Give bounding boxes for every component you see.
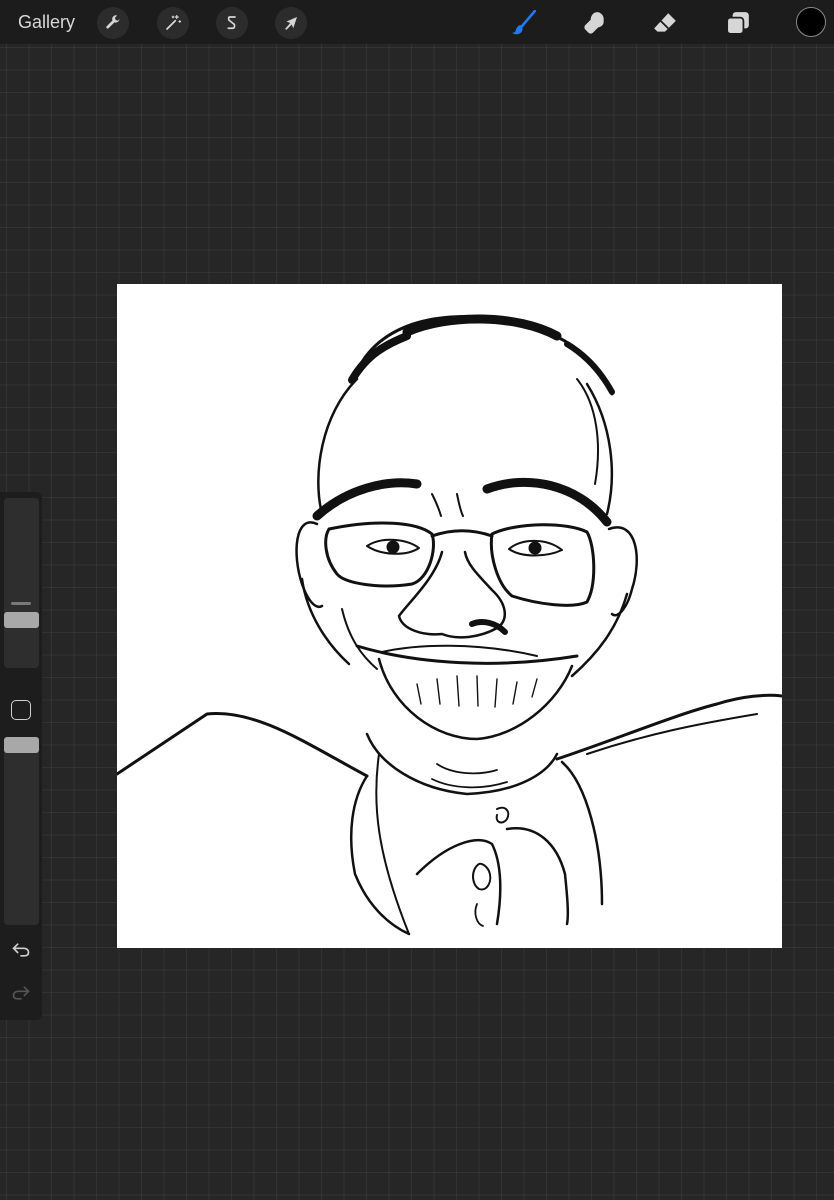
selection-s-icon bbox=[227, 16, 236, 30]
layers-button[interactable] bbox=[721, 6, 755, 40]
color-picker-swatch[interactable] bbox=[796, 7, 826, 37]
brush-tool-button[interactable] bbox=[507, 6, 541, 40]
modify-button[interactable] bbox=[11, 700, 31, 720]
left-sidebar bbox=[0, 492, 42, 1020]
smudge-tool-button[interactable] bbox=[578, 6, 612, 40]
eraser-icon bbox=[654, 13, 676, 32]
brush-size-thumb[interactable] bbox=[4, 611, 39, 628]
opacity-thumb[interactable] bbox=[4, 736, 39, 753]
redo-arrow-icon bbox=[12, 986, 30, 1000]
top-toolbar: Gallery bbox=[0, 0, 834, 44]
undo-arrow-icon bbox=[12, 943, 30, 957]
caricature-artwork bbox=[117, 314, 782, 936]
gallery-button[interactable]: Gallery bbox=[18, 10, 75, 34]
drawing-canvas[interactable] bbox=[117, 284, 782, 948]
brush-size-slider[interactable] bbox=[4, 498, 39, 668]
eraser-tool-button[interactable] bbox=[648, 6, 682, 40]
size-tick-mark bbox=[11, 602, 31, 605]
opacity-slider[interactable] bbox=[4, 747, 39, 925]
brush-icon bbox=[512, 10, 537, 35]
smudge-finger-icon bbox=[584, 12, 604, 34]
transform-button[interactable] bbox=[275, 7, 307, 39]
undo-button[interactable] bbox=[10, 939, 32, 961]
magic-wand-icon bbox=[166, 14, 182, 30]
arrow-cursor-icon bbox=[285, 17, 297, 30]
redo-button[interactable] bbox=[10, 982, 32, 1004]
layers-icon bbox=[726, 12, 749, 35]
wrench-icon bbox=[106, 15, 120, 29]
actions-button[interactable] bbox=[97, 7, 129, 39]
selection-button[interactable] bbox=[216, 7, 248, 39]
adjustments-button[interactable] bbox=[157, 7, 189, 39]
